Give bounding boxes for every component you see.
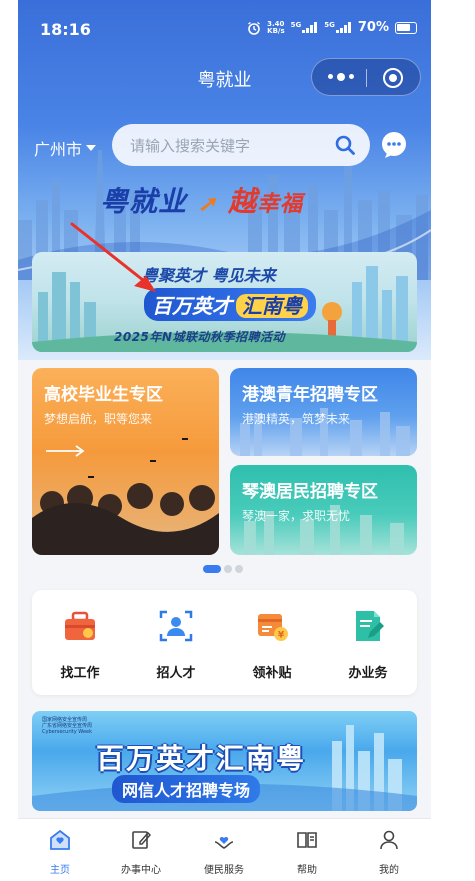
user-icon: [380, 830, 398, 850]
banner1-subtitle: 2025年N城联动秋季招聘活动: [114, 330, 285, 344]
signal-bars-icon: [335, 22, 352, 33]
graduate-zone-card[interactable]: 高校毕业生专区 梦想启航，职等您来: [32, 368, 219, 555]
slogan-part3: 幸福: [256, 191, 303, 217]
edit-square-icon: [132, 831, 152, 849]
city-selector[interactable]: 广州市: [34, 136, 97, 160]
slogan-part2: 越: [227, 185, 257, 218]
service-recruit[interactable]: 招人才: [136, 608, 216, 681]
tab-label: 我的: [379, 865, 399, 876]
battery-level: 70%: [357, 20, 389, 35]
net-speed: 3.40 KB/s: [267, 19, 285, 35]
subsidy-icon: ¥: [258, 614, 288, 641]
cyber-talent-banner[interactable]: 国家网络安全宣传周 广东省网络安全宣传周 Cybersecurity Week …: [32, 711, 417, 811]
bottom-tab-bar: 主页 办事中心 便民服务 帮助 我的: [18, 818, 431, 881]
alarm-icon: [248, 21, 261, 35]
left-margin: [0, 0, 18, 881]
briefcase-icon: [65, 611, 95, 640]
app-screen: 18:16 3.40 KB/s 5G 5G 70% 粤就业 广州市 请输入搜索关…: [18, 0, 431, 881]
signal-sim1: 5G: [291, 22, 319, 33]
status-icons: 3.40 KB/s 5G 5G 70%: [247, 20, 417, 35]
organizer-line3: Cybersecurity Week: [42, 729, 93, 735]
tab-label: 便民服务: [204, 865, 244, 876]
tab-label: 帮助: [297, 865, 317, 876]
banner1-slogan: 粤聚英才 粤见未来: [142, 266, 276, 285]
right-margin: [431, 0, 475, 881]
miniapp-capsule: [311, 58, 421, 96]
carousel-pager: [203, 565, 243, 573]
service-subsidy[interactable]: ¥ 领补贴: [232, 608, 312, 681]
tab-help[interactable]: 帮助: [272, 829, 342, 876]
red-pointer-arrow-icon: [70, 222, 156, 292]
heart-hands-icon: [214, 836, 234, 849]
signal-bars-icon: [302, 22, 318, 33]
banner2-subtitle: 网信人才招聘专场: [112, 775, 261, 803]
close-miniapp-icon[interactable]: [383, 68, 403, 88]
tab-label: 办事中心: [121, 865, 161, 876]
more-options-icon[interactable]: [328, 72, 354, 81]
service-label: 招人才: [156, 666, 196, 681]
pager-dot: [224, 565, 232, 573]
pager-dot-active: [203, 565, 221, 573]
search-placeholder: 请输入搜索关键字: [130, 137, 251, 155]
city-name: 广州市: [34, 140, 83, 159]
message-icon[interactable]: [380, 131, 408, 159]
hengqin-macao-zone-title: 琴澳居民招聘专区: [242, 482, 378, 502]
slogan: 粤就业 ➚ 越幸福: [100, 180, 303, 220]
document-edit-icon: [356, 611, 384, 641]
tab-convenience[interactable]: 便民服务: [189, 829, 259, 876]
tab-mine[interactable]: 我的: [354, 829, 424, 876]
banner2-title: 百万英才汇南粤: [96, 742, 307, 775]
home-icon: [50, 829, 70, 850]
hengqin-macao-zone-subtitle: 琴澳一家，求职无忧: [242, 509, 351, 523]
graduate-zone-subtitle: 梦想启航，职等您来: [44, 412, 153, 426]
service-business[interactable]: 办业务: [328, 608, 408, 681]
quick-services-panel: 找工作 招人才 ¥ 领补贴 办业务: [32, 590, 417, 695]
service-find-job[interactable]: 找工作: [40, 608, 120, 681]
graduate-zone-title: 高校毕业生专区: [44, 385, 163, 405]
search-icon[interactable]: [334, 134, 356, 156]
signal-sim2: 5G: [324, 22, 352, 33]
svg-text:¥: ¥: [278, 631, 285, 641]
status-bar: 18:16 3.40 KB/s 5G 5G 70%: [18, 0, 431, 60]
book-icon: [297, 832, 317, 848]
service-label: 领补贴: [252, 666, 292, 681]
capsule-divider: [366, 69, 367, 87]
slogan-logo-icon: ➚: [197, 191, 218, 217]
pager-dot: [235, 565, 243, 573]
hk-macao-zone-title: 港澳青年招聘专区: [242, 385, 378, 405]
hk-macao-zone-card[interactable]: 港澳青年招聘专区 港澳精英，筑梦未来: [230, 368, 417, 456]
clock: 18:16: [40, 20, 91, 39]
person-scan-icon: [159, 610, 193, 642]
arrow-right-icon: [46, 445, 85, 457]
slogan-part1: 粤就业: [100, 185, 188, 218]
tab-service-center[interactable]: 办事中心: [106, 829, 176, 876]
tab-label: 主页: [50, 865, 70, 876]
hk-macao-zone-subtitle: 港澳精英，筑梦未来: [242, 412, 351, 426]
hengqin-macao-zone-card[interactable]: 琴澳居民招聘专区 琴澳一家，求职无忧: [230, 465, 417, 555]
battery-icon: [395, 21, 417, 34]
service-label: 办业务: [348, 666, 388, 681]
banner1-title: 百万英才 汇南粤: [144, 288, 316, 321]
service-label: 找工作: [60, 666, 100, 681]
search-input[interactable]: 请输入搜索关键字: [112, 124, 370, 166]
caret-down-icon: [86, 145, 97, 151]
tab-home[interactable]: 主页: [25, 829, 95, 876]
hero-header: 18:16 3.40 KB/s 5G 5G 70% 粤就业 广州市 请输入搜索关…: [18, 0, 431, 360]
